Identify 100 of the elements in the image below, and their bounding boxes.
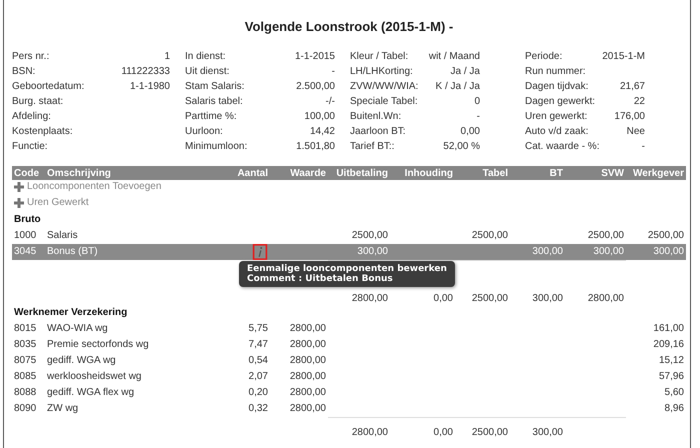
field-label: BSN: xyxy=(12,66,36,77)
subtotal-value: 2800,00 xyxy=(588,293,624,304)
plus-icon xyxy=(14,198,24,208)
field-label: Speciale Tabel: xyxy=(350,96,418,107)
field-label: Geboortedatum: xyxy=(12,81,84,92)
cell-value: 2800,00 xyxy=(290,355,326,366)
row-description: WAO-WIA wg xyxy=(47,323,108,334)
field-label: LH/LHKorting: xyxy=(350,66,413,77)
subtotal-value: 2800,00 xyxy=(352,293,388,304)
field-value: - xyxy=(332,66,335,77)
table-row[interactable]: 8088 gediff. WGA flex wg 0,20 2800,00 5,60 xyxy=(12,385,686,401)
field-value: 1 xyxy=(164,51,170,62)
cell-value: 0,32 xyxy=(248,403,268,414)
field-value: - xyxy=(476,111,480,122)
row-description: Premie sectorfonds wg xyxy=(47,339,149,350)
field-value: 52,00 % xyxy=(443,141,480,152)
field-label: Buitenl.Wn: xyxy=(350,111,402,122)
cell-value: 300,00 xyxy=(532,246,563,257)
field-label: Auto v/d zaak: xyxy=(525,126,588,137)
cell-value: 161,00 xyxy=(653,323,684,334)
cell-value: 300,00 xyxy=(653,246,684,257)
field-label: Kostenplaats: xyxy=(12,126,73,137)
field-value: - xyxy=(642,141,645,152)
field-label: ZVW/WW/WIA: xyxy=(350,81,418,92)
row-code: 1000 xyxy=(14,230,36,241)
cell-value: 57,96 xyxy=(658,371,684,382)
cell-value: 0,20 xyxy=(248,387,268,398)
row-code: 8085 xyxy=(14,371,36,382)
field-label: Uurloon: xyxy=(185,126,223,137)
field-label: Salaris tabel: xyxy=(185,96,243,107)
field-label: Minimumloon: xyxy=(185,141,248,152)
column-header: Tabel xyxy=(455,166,510,180)
table-row[interactable]: 8035 Premie sectorfonds wg 7,47 2800,00 209,16 xyxy=(12,337,686,353)
row-code: 3045 xyxy=(14,246,36,257)
field-label: Dagen tijdvak: xyxy=(525,81,588,92)
field-label: Stam Salaris: xyxy=(185,81,244,92)
row-description: gediff. WGA wg xyxy=(47,355,116,366)
field-label: Parttime %: xyxy=(185,111,237,122)
field-label: Burg. staat: xyxy=(12,96,64,107)
subtotal-value: 0,00 xyxy=(434,427,453,438)
row-description: Bonus (BT) xyxy=(47,246,98,257)
field-value: 2.500,00 xyxy=(296,81,335,92)
field-value: 176,00 xyxy=(614,111,645,122)
column-header: Uitbetaling xyxy=(328,166,390,180)
field-value: wit / Maand xyxy=(428,51,480,62)
field-label: Cat. waarde - %: xyxy=(525,141,600,152)
cell-value: 5,60 xyxy=(664,387,684,398)
field-label: Uit dienst: xyxy=(185,66,230,77)
field-value: 22 xyxy=(634,96,645,107)
tooltip-text: Eenmalige looncomponenten bewerken xyxy=(247,264,447,274)
row-description: gediff. WGA flex wg xyxy=(47,387,134,398)
field-label: Jaarloon BT: xyxy=(350,126,406,137)
field-value: 1.501,80 xyxy=(296,141,335,152)
field-value: 100,00 xyxy=(304,111,335,122)
table-row[interactable]: 1000 Salaris 2500,00 2500,00 2500,00 2500,00 xyxy=(12,228,686,244)
field-value: Nee xyxy=(626,126,645,137)
tooltip-text: Comment : Uitbetalen Bonus xyxy=(247,274,394,284)
table-row[interactable]: 8075 gediff. WGA wg 0,54 2800,00 15,12 xyxy=(12,353,686,369)
table-row[interactable]: 8085 werkloosheidswet wg 2,07 2800,00 57,96 xyxy=(12,369,686,385)
subtotal-value: 2800,00 xyxy=(352,427,388,438)
field-label: Uren gewerkt: xyxy=(525,111,588,122)
field-value: 0 xyxy=(474,96,480,107)
cell-value: 2500,00 xyxy=(588,230,624,241)
subtotal-value: 0,00 xyxy=(434,293,453,304)
field-value: 14,42 xyxy=(310,126,335,137)
cell-value: 7,47 xyxy=(248,339,268,350)
cell-value: 2,07 xyxy=(248,371,268,382)
cell-value: 2800,00 xyxy=(290,339,326,350)
column-header: Inhouding xyxy=(390,166,455,180)
subtotal-value: 2500,00 xyxy=(472,427,508,438)
cell-value: 2500,00 xyxy=(352,230,388,241)
group-title: Werknemer Verzekering xyxy=(14,307,128,318)
cell-value: 15,12 xyxy=(658,355,684,366)
info-icon[interactable] xyxy=(252,244,268,260)
add-link[interactable]: Uren Gewerkt xyxy=(14,196,89,208)
field-label: Functie: xyxy=(12,141,48,152)
column-header: BT xyxy=(510,166,565,180)
column-header: SVW xyxy=(565,166,626,180)
subtotal-value: 300,00 xyxy=(532,427,563,438)
field-value: 1-1-1980 xyxy=(130,81,170,92)
add-link[interactable]: Looncomponenten Toevoegen xyxy=(14,180,162,192)
field-value: 1-1-2015 xyxy=(294,51,335,62)
column-header: Waarde xyxy=(270,166,328,180)
column-header: Werkgever xyxy=(626,166,686,180)
group-title: Bruto xyxy=(14,214,41,225)
field-label: Periode: xyxy=(525,51,562,62)
cell-value: 5,75 xyxy=(248,323,268,334)
table-row[interactable]: 8090 ZW wg 0,32 2800,00 8,96 xyxy=(12,401,686,417)
field-value: 0,00 xyxy=(460,126,480,137)
table-row[interactable]: 8015 WAO-WIA wg 5,75 2800,00 161,00 xyxy=(12,321,686,337)
field-value: 21,67 xyxy=(620,81,645,92)
field-label: In dienst: xyxy=(185,51,226,62)
cell-value: 2500,00 xyxy=(472,230,508,241)
row-description: werkloosheidswet wg xyxy=(47,371,142,382)
cell-value: 8,96 xyxy=(664,403,684,414)
field-label: Kleur / Tabel: xyxy=(350,51,408,62)
cell-value: 2800,00 xyxy=(290,323,326,334)
field-label: Pers nr.: xyxy=(12,51,50,62)
field-value: Ja / Ja xyxy=(450,66,480,77)
cell-value: 0,54 xyxy=(248,355,268,366)
